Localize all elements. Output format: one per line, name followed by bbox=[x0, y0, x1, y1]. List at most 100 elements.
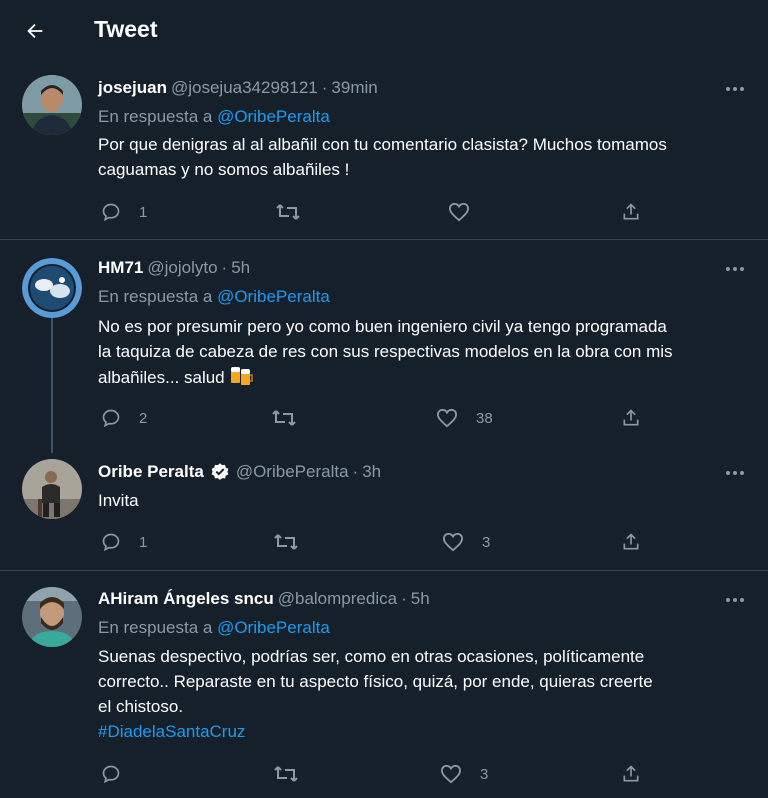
tweet[interactable]: AHiram Ángeles sncu @balompredica · 5h E… bbox=[0, 571, 768, 798]
retweet-button[interactable] bbox=[274, 762, 298, 786]
header-bar: Tweet bbox=[0, 0, 768, 62]
tweet-text-line: el chistoso. bbox=[98, 697, 184, 716]
more-options-button[interactable] bbox=[722, 464, 748, 482]
share-icon bbox=[623, 203, 639, 220]
reply-count: 1 bbox=[139, 533, 148, 551]
verified-badge-icon bbox=[210, 462, 230, 482]
more-icon bbox=[726, 87, 744, 91]
tweet-text-line: albañiles... salud bbox=[98, 364, 746, 393]
timestamp[interactable]: 5h bbox=[411, 589, 430, 609]
tweet-text-line: Invita bbox=[98, 491, 139, 510]
reply-button[interactable]: 1 bbox=[101, 530, 147, 554]
timestamp[interactable]: 39min bbox=[331, 78, 377, 98]
tweet-actions: 1 3 bbox=[98, 530, 658, 554]
more-icon bbox=[726, 471, 744, 475]
tweet-header: HM71 @jojolyto · 5h bbox=[98, 257, 250, 279]
reply-count: 2 bbox=[139, 409, 148, 427]
tweet-text: Suenas despectivo, podrías ser, como en … bbox=[98, 644, 746, 744]
share-icon bbox=[623, 409, 639, 426]
more-options-button[interactable] bbox=[722, 260, 748, 278]
author-handle[interactable]: @jojolyto bbox=[147, 258, 217, 278]
share-button[interactable] bbox=[621, 200, 641, 224]
retweet-button[interactable] bbox=[274, 530, 298, 554]
avatar[interactable] bbox=[22, 75, 82, 135]
tweet-text-fragment: albañiles... salud bbox=[98, 367, 225, 387]
more-options-button[interactable] bbox=[722, 80, 748, 98]
separator-dot: · bbox=[352, 462, 359, 481]
retweet-button[interactable] bbox=[272, 406, 296, 430]
tweet[interactable]: josejuan @josejua34298121 · 39min En res… bbox=[0, 62, 768, 240]
more-icon bbox=[726, 598, 744, 602]
tweet-text-line: Suenas despectivo, podrías ser, como en … bbox=[98, 647, 645, 666]
mention-link[interactable]: @OribePeralta bbox=[217, 618, 330, 637]
like-icon bbox=[436, 408, 458, 428]
reply-button[interactable]: 2 bbox=[101, 406, 147, 430]
mention-link[interactable]: @OribePeralta bbox=[217, 287, 330, 306]
like-button[interactable]: 38 bbox=[436, 406, 493, 430]
hashtag-link[interactable]: #DiadelaSantaCruz bbox=[98, 719, 746, 744]
like-count: 3 bbox=[482, 533, 491, 551]
retweet-icon bbox=[274, 534, 298, 550]
avatar[interactable] bbox=[22, 459, 82, 519]
reply-count: 1 bbox=[139, 203, 148, 221]
author-name[interactable]: josejuan bbox=[98, 78, 167, 98]
author-name[interactable]: HM71 bbox=[98, 258, 143, 278]
tweet-text-line: No es por presumir pero yo como buen ing… bbox=[98, 317, 667, 336]
separator-dot: · bbox=[321, 78, 328, 97]
tweet-text-line: caguamas y no somos albañiles ! bbox=[98, 160, 350, 179]
like-button[interactable] bbox=[448, 200, 488, 224]
tweet-actions: 2 38 bbox=[98, 406, 658, 430]
tweet-text-line: la taquiza de cabeza de res con sus resp… bbox=[98, 342, 673, 361]
retweet-icon bbox=[274, 766, 298, 782]
like-button[interactable]: 3 bbox=[440, 762, 488, 786]
author-handle[interactable]: @josejua34298121 bbox=[171, 78, 318, 98]
thread-line bbox=[51, 318, 53, 453]
author-name[interactable]: Oribe Peralta bbox=[98, 462, 204, 482]
separator-dot: · bbox=[401, 589, 407, 608]
author-handle[interactable]: @OribePeralta bbox=[236, 462, 349, 482]
mention-link[interactable]: @OribePeralta bbox=[217, 107, 330, 126]
timestamp[interactable]: 5h bbox=[231, 258, 250, 278]
tweet[interactable]: Oribe Peralta @OribePeralta · 3h Invita … bbox=[0, 448, 768, 570]
timestamp[interactable]: 3h bbox=[362, 462, 381, 482]
more-icon bbox=[726, 267, 744, 271]
reply-prefix: En respuesta a bbox=[98, 287, 218, 306]
reply-context: En respuesta a @OribePeralta bbox=[98, 287, 330, 307]
share-button[interactable] bbox=[621, 762, 641, 786]
like-icon bbox=[448, 202, 470, 222]
reply-button[interactable]: 1 bbox=[101, 200, 147, 224]
tweet-text: Por que denigras al al albañil con tu co… bbox=[98, 132, 746, 182]
tweet-text-line: Por que denigras al al albañil con tu co… bbox=[98, 135, 667, 154]
reply-prefix: En respuesta a bbox=[98, 107, 218, 126]
tweet-text: Invita bbox=[98, 488, 746, 513]
tweet[interactable]: HM71 @jojolyto · 5h En respuesta a @Orib… bbox=[0, 240, 768, 453]
like-button[interactable]: 3 bbox=[442, 530, 490, 554]
share-button[interactable] bbox=[621, 530, 641, 554]
more-options-button[interactable] bbox=[722, 591, 748, 609]
page-title: Tweet bbox=[94, 16, 158, 42]
like-count: 38 bbox=[476, 409, 493, 427]
back-arrow-icon bbox=[27, 23, 43, 39]
avatar[interactable] bbox=[22, 258, 82, 318]
author-handle[interactable]: @balompredica bbox=[278, 589, 397, 609]
back-button[interactable] bbox=[16, 12, 54, 50]
like-count: 3 bbox=[480, 765, 489, 783]
tweet-header: AHiram Ángeles sncu @balompredica · 5h bbox=[98, 588, 430, 610]
retweet-icon bbox=[276, 204, 300, 220]
share-icon bbox=[623, 765, 639, 782]
reply-context: En respuesta a @OribePeralta bbox=[98, 618, 330, 638]
reply-button[interactable] bbox=[101, 762, 139, 786]
retweet-button[interactable] bbox=[276, 200, 300, 224]
retweet-icon bbox=[272, 410, 296, 426]
tweet-header: Oribe Peralta @OribePeralta · 3h bbox=[98, 461, 381, 483]
reply-icon bbox=[102, 765, 120, 784]
tweet-header: josejuan @josejua34298121 · 39min bbox=[98, 77, 378, 99]
beer-mugs-icon bbox=[229, 364, 253, 393]
tweet-actions: 3 bbox=[98, 762, 658, 786]
share-button[interactable] bbox=[621, 406, 641, 430]
avatar[interactable] bbox=[22, 587, 82, 647]
tweet-actions: 1 bbox=[98, 200, 658, 224]
reply-icon bbox=[102, 409, 120, 428]
author-name[interactable]: AHiram Ángeles sncu bbox=[98, 589, 274, 609]
reply-prefix: En respuesta a bbox=[98, 618, 218, 637]
